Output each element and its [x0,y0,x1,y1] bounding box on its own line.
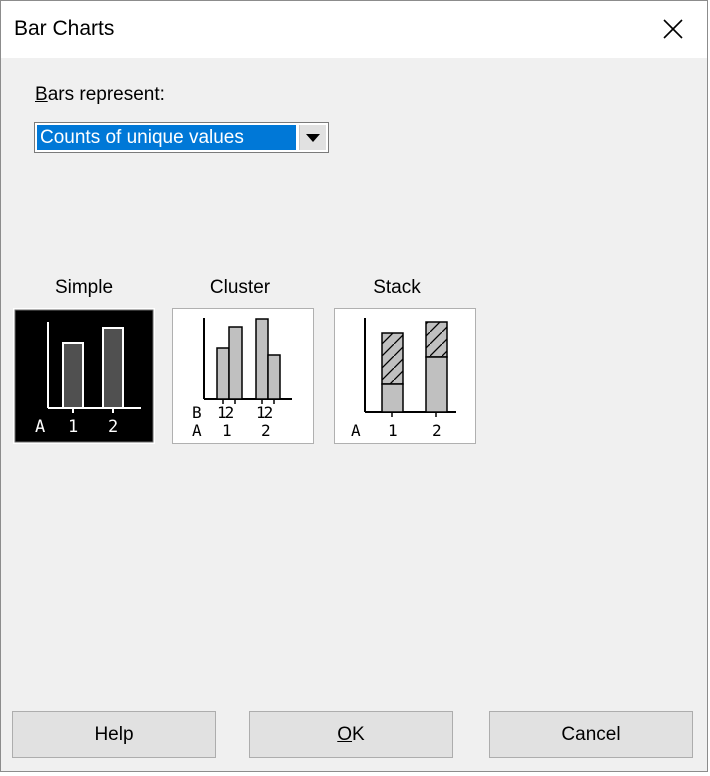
stack-label: Stack [373,277,421,298]
close-button[interactable] [651,7,695,51]
title-bar: Bar Charts [1,1,707,58]
simple-tick-1: 1 [68,417,78,437]
stack-chart-option[interactable]: A 1 2 [334,308,476,444]
bars-represent-value: Counts of unique values [37,125,296,150]
help-button[interactable]: Help [12,711,216,758]
cluster-sub-2: 12 [256,403,273,422]
stack-tick-1: 1 [388,421,398,440]
bars-represent-label: Bars represent: [35,84,165,105]
simple-label: Simple [54,277,114,298]
simple-axis-a: A [35,417,45,437]
ok-button[interactable]: OK [249,711,453,758]
stack-tick-2: 2 [432,421,442,440]
dropdown-button[interactable] [299,125,326,150]
stack-chart-icon: A 1 2 [334,308,476,444]
close-icon [663,19,683,39]
cluster-chart-option[interactable]: B 12 12 A 1 2 [172,308,314,444]
simple-chart-icon: A 1 2 [13,308,155,444]
cancel-button[interactable]: Cancel [489,711,693,758]
simple-chart-option[interactable]: A 1 2 [13,308,155,444]
cluster-sub-1: 12 [217,403,234,422]
cluster-axis-a: A [192,421,202,440]
cluster-chart-icon: B 12 12 A 1 2 [172,308,314,444]
cluster-label: Cluster [209,277,271,298]
simple-tick-2: 2 [108,417,118,437]
cluster-axis-b: B [192,403,202,422]
window-title: Bar Charts [14,17,115,40]
stack-axis-a: A [351,421,361,440]
bars-represent-select[interactable]: Counts of unique values [34,122,329,153]
chevron-down-icon [306,133,320,142]
bar-charts-dialog: Bar Charts Bars represent: Counts of uni… [0,0,708,772]
cluster-group-2: 2 [261,421,271,440]
cluster-group-1: 1 [222,421,232,440]
